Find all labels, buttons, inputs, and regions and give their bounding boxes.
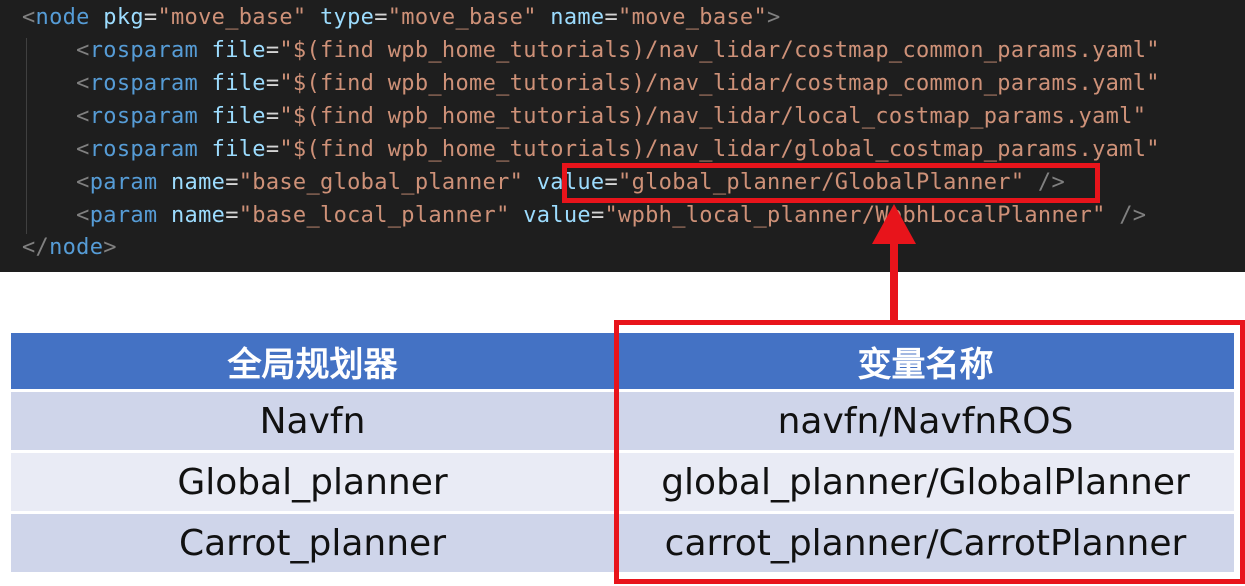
code-token: rosparam — [89, 38, 199, 63]
code-token: file — [211, 137, 266, 162]
code-token: type — [320, 5, 375, 30]
code-token: "base_global_planner" — [238, 170, 524, 195]
planner-name-cell: Navfn — [8, 389, 617, 453]
code-token: value — [523, 203, 591, 228]
code-token: "move_base" — [618, 5, 768, 30]
code-token: = — [265, 104, 280, 129]
code-token: = — [225, 203, 239, 228]
code-token: "$(find wpb_home_tutorials)/nav_lidar/lo… — [279, 104, 1147, 129]
code-token: = — [265, 71, 280, 96]
code-token: < — [22, 71, 90, 96]
table-column-highlight-box — [614, 320, 1245, 584]
code-token: > — [103, 235, 117, 260]
code-token: = — [143, 5, 158, 30]
code-token: rosparam — [89, 104, 199, 129]
arrow-up-icon — [872, 204, 916, 244]
code-token: "$(find wpb_home_tutorials)/nav_lidar/co… — [279, 71, 1160, 96]
code-token: file — [211, 104, 266, 129]
code-token: </ — [22, 235, 50, 260]
code-token: node — [49, 235, 104, 260]
code-token: param — [89, 203, 158, 228]
code-token: "move_base" — [387, 5, 537, 30]
code-token: "base_local_planner" — [238, 203, 510, 228]
code-token: = — [265, 137, 280, 162]
code-line: <param name="base_local_planner" value="… — [22, 201, 1146, 231]
code-token: file — [211, 71, 266, 96]
code-token: "wpbh_local_planner/WpbhLocalPlanner" — [604, 203, 1106, 228]
code-token: name — [550, 5, 605, 30]
code-token: file — [211, 38, 266, 63]
code-token: param — [89, 170, 158, 195]
code-editor-panel: <node pkg="move_base" type="move_base" n… — [0, 0, 1245, 272]
code-line: <rosparam file="$(find wpb_home_tutorial… — [22, 102, 1146, 132]
code-token: < — [22, 104, 90, 129]
column-header-global-planner: 全局规划器 — [8, 330, 617, 392]
code-token: < — [22, 5, 36, 30]
code-token: "$(find wpb_home_tutorials)/nav_lidar/co… — [279, 38, 1160, 63]
code-line: <rosparam file="$(find wpb_home_tutorial… — [22, 69, 1160, 99]
code-token: = — [590, 203, 605, 228]
code-token: < — [22, 38, 90, 63]
code-token: node — [35, 5, 90, 30]
arrow-up-icon-shaft — [890, 240, 898, 324]
code-line: </node> — [22, 233, 117, 263]
code-token: /> — [1105, 203, 1147, 228]
code-token: < — [22, 137, 90, 162]
code-line: <rosparam file="$(find wpb_home_tutorial… — [22, 36, 1160, 66]
code-token: name — [171, 203, 226, 228]
code-token: = — [225, 170, 239, 195]
code-line: <rosparam file="$(find wpb_home_tutorial… — [22, 135, 1160, 165]
code-token: < — [22, 203, 90, 228]
code-token: name — [171, 170, 226, 195]
code-token: = — [374, 5, 388, 30]
code-token: "move_base" — [157, 5, 307, 30]
code-highlight-box — [562, 163, 1100, 203]
code-token: rosparam — [89, 137, 199, 162]
code-token: > — [767, 5, 781, 30]
code-token: rosparam — [89, 71, 199, 96]
planner-name-cell: Carrot_planner — [8, 511, 617, 575]
code-line: <node pkg="move_base" type="move_base" n… — [22, 3, 781, 33]
planner-name-cell: Global_planner — [8, 450, 617, 514]
code-token: < — [22, 170, 90, 195]
code-token: = — [265, 38, 280, 63]
code-token: pkg — [103, 5, 144, 30]
code-token: "$(find wpb_home_tutorials)/nav_lidar/gl… — [279, 137, 1160, 162]
code-token: = — [604, 5, 619, 30]
